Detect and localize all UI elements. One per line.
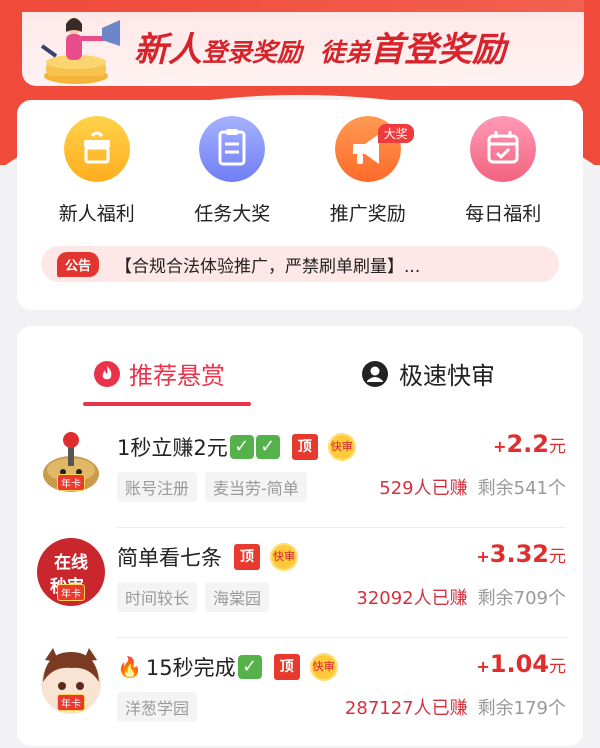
check-mark-icon: ✓ [255,435,280,459]
reward-sign: + [476,547,490,566]
annual-card-tag: 年卡 [57,584,85,601]
task-card: 推荐悬赏 极速快审 年卡 1秒立赚2元 ✓ ✓ 顶 快审 +2.2元 账号注册 … [17,326,583,746]
task-tags: 洋葱学园 [117,692,205,722]
gift-box-icon [63,116,130,182]
banner-text-first-login-reward: 首登奖励 [370,30,507,70]
annual-card-tag: 年卡 [57,474,85,491]
task-title-text: 1秒立赚2元 [117,436,228,460]
welfare-card: 新人福利 任务大奖 大奖 推广奖励 每日福利 公告 【合规合法体验推广，严禁刷单… [17,100,583,310]
active-tab-underline [83,402,251,406]
task-title: 简单看七条 顶 快审 [117,542,298,572]
reward-amount: +3.32元 [476,540,566,568]
task-tabs: 推荐悬赏 极速快审 [17,356,583,406]
reward-unit: 元 [549,437,566,457]
task-item[interactable]: 年卡 1秒立赚2元 ✓ ✓ 顶 快审 +2.2元 账号注册 麦当劳-简单 529… [17,418,583,528]
reward-sign: + [476,657,490,676]
notice-tag: 公告 [57,251,100,277]
welfare-grid: 新人福利 任务大奖 大奖 推广奖励 每日福利 [17,116,583,226]
earned-count: 287127人已赚 [344,698,468,719]
task-stats: 529人已赚 剩余541个 [379,474,566,500]
task-tags: 时间较长 海棠园 [117,582,277,612]
remaining-count: 剩余541个 [477,478,566,499]
remaining-count: 剩余709个 [477,588,566,609]
grid-item-newcomer-welfare[interactable]: 新人福利 [37,116,157,226]
banner-person-illustration [40,18,120,84]
check-mark-icon: ✓ [229,435,254,459]
reward-value: 3.32 [489,540,549,568]
task-item[interactable]: 在线 秒审 年卡 简单看七条 顶 快审 +3.32元 时间较长 海棠园 3209… [17,528,583,638]
pinned-badge: 顶 [273,654,300,680]
task-tag: 账号注册 [117,472,198,502]
promo-banner[interactable]: 新人登录奖励 徒弟首登奖励 [22,0,584,86]
banner-text-new-user: 新人 [134,30,202,70]
pinned-badge: 顶 [291,434,318,460]
fast-review-badge: 快审 [327,433,356,461]
earned-count: 529人已赚 [379,478,468,499]
tab-recommended-bounty[interactable]: 推荐悬赏 [93,356,225,391]
task-list-icon [199,116,266,182]
reward-value: 1.04 [489,650,549,678]
grid-item-daily-welfare[interactable]: 每日福利 [443,116,563,226]
task-item[interactable]: 年卡 🔥 15秒完成 ✓ 顶 快审 +1.04元 洋葱学园 287127人已赚剩… [17,638,583,748]
tab-fast-review[interactable]: 极速快审 [361,356,495,391]
tab-label: 极速快审 [399,362,495,390]
earned-count: 32092人已赚 [356,588,468,609]
reward-sign: + [493,437,507,456]
pinned-badge: 顶 [234,544,260,570]
remaining-count: 剩余179个 [477,698,566,719]
grid-label: 推广奖励 [329,203,406,225]
task-title: 🔥 15秒完成 ✓ 顶 快审 [117,652,338,682]
notice-text: 【合规合法体验推广，严禁刷单刷量】... [115,256,421,277]
task-title: 1秒立赚2元 ✓ ✓ 顶 快审 [117,432,356,462]
fast-review-badge: 快审 [270,543,298,571]
grid-label: 任务大奖 [194,203,271,225]
reward-amount: +1.04元 [476,650,566,678]
flame-icon [94,360,120,387]
annual-card-tag: 年卡 [57,694,85,711]
task-tags: 账号注册 麦当劳-简单 [117,472,315,502]
task-title-text: 简单看七条 [117,546,222,570]
task-tag: 时间较长 [117,582,198,612]
user-icon [362,360,388,387]
task-tag: 海棠园 [205,582,270,612]
reward-value: 2.2 [506,430,549,458]
avatar-text: 在线 [54,552,88,573]
banner-text-login-reward: 登录奖励 [202,38,303,67]
check-mark-icon: ✓ [237,655,262,679]
task-tag: 麦当劳-简单 [205,472,307,502]
reward-unit: 元 [549,657,566,677]
notice-bar[interactable]: 公告 【合规合法体验推广，严禁刷单刷量】... [41,246,559,282]
grand-prize-badge: 大奖 [377,124,414,143]
fast-review-badge: 快审 [309,653,338,681]
task-stats: 287127人已赚 剩余179个 [345,694,566,720]
reward-unit: 元 [549,547,566,567]
tab-label: 推荐悬赏 [129,362,225,390]
grid-item-promotion-reward[interactable]: 大奖 推广奖励 [308,116,428,226]
grid-label: 每日福利 [465,203,542,225]
banner-title: 新人登录奖励 徒弟首登奖励 [134,22,506,71]
grid-label: 新人福利 [58,203,135,225]
fire-icon: 🔥 [117,655,142,679]
reward-amount: +2.2元 [493,430,566,458]
task-stats: 32092人已赚 剩余709个 [356,584,566,610]
grid-item-task-prize[interactable]: 任务大奖 [172,116,292,226]
banner-text-apprentice: 徒弟 [320,38,371,67]
task-title-text: 15秒完成 [145,656,236,680]
task-tag: 洋葱学园 [117,692,198,722]
calendar-icon [470,116,537,182]
